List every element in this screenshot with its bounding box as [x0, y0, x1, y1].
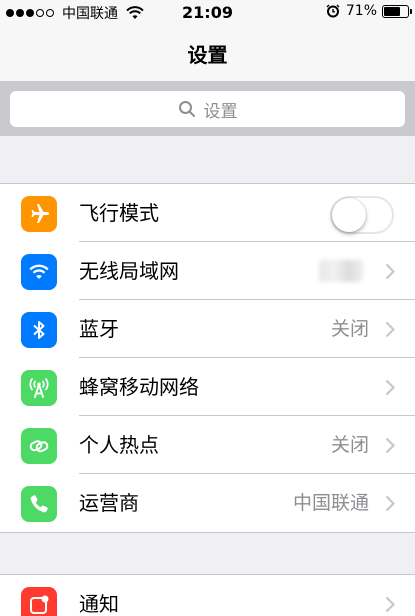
chevron-right-icon — [385, 437, 395, 454]
status-right: 71% — [326, 3, 412, 19]
settings-row-wifi[interactable]: 无线局域网 — [0, 242, 415, 300]
chevron-right-icon — [385, 379, 395, 396]
settings-row-carrier[interactable]: 运营商 中国联通 — [0, 474, 415, 532]
settings-row-label: 无线局域网 — [79, 259, 179, 283]
redacted-network-name — [319, 260, 363, 282]
battery-level — [384, 6, 400, 16]
status-bar: 中国联通 21:09 71% — [0, 0, 415, 26]
chevron-right-icon — [385, 495, 395, 512]
settings-row-airplane-mode[interactable]: 飞行模式 — [0, 184, 415, 242]
antenna-icon — [21, 370, 57, 406]
toggle-knob — [332, 198, 366, 232]
page-title: 设置 — [187, 43, 228, 67]
chevron-right-icon — [385, 596, 395, 613]
settings-row-label: 蜂窝移动网络 — [79, 375, 199, 399]
settings-row-label: 飞行模式 — [79, 201, 159, 225]
chevron-right-icon — [385, 263, 395, 280]
settings-row-label: 运营商 — [79, 491, 139, 515]
search-icon — [178, 101, 195, 117]
battery-icon — [382, 4, 412, 18]
settings-row-value: 中国联通 — [292, 492, 369, 514]
settings-row-bluetooth[interactable]: 蓝牙 关闭 — [0, 300, 415, 358]
chevron-right-icon — [385, 321, 395, 338]
wifi-icon — [21, 254, 57, 290]
settings-row-personal-hotspot[interactable]: 个人热点 关闭 — [0, 416, 415, 474]
search-input[interactable]: 设置 — [10, 91, 405, 127]
airplane-mode-toggle[interactable] — [330, 196, 394, 234]
settings-row-label: 蓝牙 — [79, 317, 119, 341]
bluetooth-icon — [21, 312, 57, 348]
nav-bar: 设置 — [0, 26, 415, 82]
alarm-icon — [326, 4, 340, 18]
settings-group-notifications: 通知 — [0, 574, 415, 616]
phone-icon — [21, 486, 57, 522]
settings-row-cellular[interactable]: 蜂窝移动网络 — [0, 358, 415, 416]
settings-row-label: 个人热点 — [79, 433, 159, 457]
battery-percent: 71% — [345, 3, 377, 19]
settings-group-connectivity: 飞行模式 无线局域网 蓝牙 关闭 蜂窝移动网络 个人热点 关闭 运营商 中国联通 — [0, 183, 415, 533]
settings-row-notifications[interactable]: 通知 — [0, 575, 415, 616]
search-area: 设置 — [0, 82, 415, 136]
search-placeholder: 设置 — [203, 101, 238, 122]
hotspot-icon — [21, 428, 57, 464]
notification-icon — [21, 587, 57, 616]
settings-row-label: 通知 — [79, 592, 119, 616]
airplane-icon — [21, 196, 57, 232]
settings-row-value: 关闭 — [330, 318, 369, 340]
settings-row-value: 关闭 — [330, 434, 369, 456]
